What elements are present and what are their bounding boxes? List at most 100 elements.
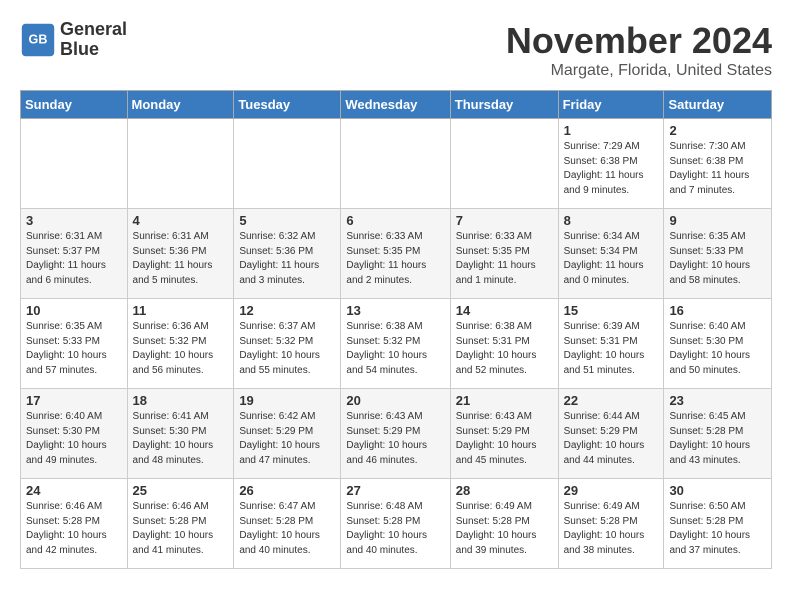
calendar-day-cell: 29 Sunrise: 6:49 AM Sunset: 5:28 PM Dayli… xyxy=(558,479,664,569)
day-info: Sunrise: 6:38 AM Sunset: 5:31 PM Dayligh… xyxy=(456,320,553,378)
calendar-day-cell: 10Sunrise: 6:35 AM Sunset: 5:33 PM Dayli… xyxy=(21,299,128,389)
calendar-day-cell: 19 Sunrise: 6:42 AM Sunset: 5:29 PM Dayli… xyxy=(234,389,341,479)
calendar-day-cell: 4 Sunrise: 6:31 AM Sunset: 5:36 PM Daylig… xyxy=(127,209,234,299)
calendar-day-cell: 23 Sunrise: 6:45 AM Sunset: 5:28 PM Dayli… xyxy=(664,389,772,479)
day-number: 17 xyxy=(26,393,122,408)
day-info: Sunrise: 6:33 AM Sunset: 5:35 PM Dayligh… xyxy=(456,230,553,288)
calendar-header-cell: Monday xyxy=(127,91,234,119)
logo-text: General Blue xyxy=(60,20,127,60)
calendar-body: 1Sunrise: 7:29 AM Sunset: 6:38 PM Daylig… xyxy=(21,119,772,569)
day-info: Sunrise: 6:39 AM Sunset: 5:31 PM Dayligh… xyxy=(564,320,659,378)
day-number: 18 xyxy=(133,393,229,408)
day-number: 7 xyxy=(456,213,553,228)
calendar-header-cell: Tuesday xyxy=(234,91,341,119)
calendar-day-cell: 24Sunrise: 6:46 AM Sunset: 5:28 PM Dayli… xyxy=(21,479,128,569)
calendar-day-cell: 25Sunrise: 6:46 AM Sunset: 5:28 PM Dayli… xyxy=(127,479,234,569)
calendar-day-cell: 9 Sunrise: 6:35 AM Sunset: 5:33 PM Daylig… xyxy=(664,209,772,299)
day-number: 5 xyxy=(239,213,335,228)
logo-line2: Blue xyxy=(60,40,127,60)
calendar-day-cell: 11 Sunrise: 6:36 AM Sunset: 5:32 PM Dayli… xyxy=(127,299,234,389)
calendar-header-cell: Thursday xyxy=(450,91,558,119)
calendar-header-row: SundayMondayTuesdayWednesdayThursdayFrid… xyxy=(21,91,772,119)
day-number: 26 xyxy=(239,483,335,498)
day-number: 30 xyxy=(669,483,766,498)
calendar-day-cell xyxy=(234,119,341,209)
day-info: Sunrise: 6:41 AM Sunset: 5:30 PM Dayligh… xyxy=(133,410,229,468)
day-number: 8 xyxy=(564,213,659,228)
calendar-day-cell: 1Sunrise: 7:29 AM Sunset: 6:38 PM Daylig… xyxy=(558,119,664,209)
day-number: 16 xyxy=(669,303,766,318)
calendar-day-cell: 5 Sunrise: 6:32 AM Sunset: 5:36 PM Daylig… xyxy=(234,209,341,299)
calendar-day-cell: 7 Sunrise: 6:33 AM Sunset: 5:35 PM Daylig… xyxy=(450,209,558,299)
calendar-day-cell: 16 Sunrise: 6:40 AM Sunset: 5:30 PM Dayli… xyxy=(664,299,772,389)
day-info: Sunrise: 7:30 AM Sunset: 6:38 PM Dayligh… xyxy=(669,140,766,198)
day-info: Sunrise: 6:34 AM Sunset: 5:34 PM Dayligh… xyxy=(564,230,659,288)
calendar-header-cell: Sunday xyxy=(21,91,128,119)
calendar-week-row: 1Sunrise: 7:29 AM Sunset: 6:38 PM Daylig… xyxy=(21,119,772,209)
day-info: Sunrise: 6:40 AM Sunset: 5:30 PM Dayligh… xyxy=(669,320,766,378)
day-number: 23 xyxy=(669,393,766,408)
day-number: 4 xyxy=(133,213,229,228)
day-number: 10 xyxy=(26,303,122,318)
logo-icon: GB xyxy=(20,22,56,58)
calendar-week-row: 24Sunrise: 6:46 AM Sunset: 5:28 PM Dayli… xyxy=(21,479,772,569)
day-number: 14 xyxy=(456,303,553,318)
day-number: 11 xyxy=(133,303,229,318)
calendar-day-cell: 2Sunrise: 7:30 AM Sunset: 6:38 PM Daylig… xyxy=(664,119,772,209)
calendar-day-cell: 20Sunrise: 6:43 AM Sunset: 5:29 PM Dayli… xyxy=(341,389,450,479)
day-info: Sunrise: 6:33 AM Sunset: 5:35 PM Dayligh… xyxy=(346,230,444,288)
location-title: Margate, Florida, United States xyxy=(506,62,772,80)
day-info: Sunrise: 6:32 AM Sunset: 5:36 PM Dayligh… xyxy=(239,230,335,288)
calendar-header-cell: Saturday xyxy=(664,91,772,119)
svg-text:GB: GB xyxy=(29,32,48,46)
calendar-day-cell xyxy=(127,119,234,209)
day-number: 13 xyxy=(346,303,444,318)
day-info: Sunrise: 6:46 AM Sunset: 5:28 PM Dayligh… xyxy=(133,500,229,558)
day-info: Sunrise: 6:45 AM Sunset: 5:28 PM Dayligh… xyxy=(669,410,766,468)
calendar-day-cell: 8 Sunrise: 6:34 AM Sunset: 5:34 PM Daylig… xyxy=(558,209,664,299)
calendar-day-cell: 21 Sunrise: 6:43 AM Sunset: 5:29 PM Dayli… xyxy=(450,389,558,479)
calendar-day-cell: 15Sunrise: 6:39 AM Sunset: 5:31 PM Dayli… xyxy=(558,299,664,389)
calendar-day-cell xyxy=(341,119,450,209)
calendar-week-row: 10Sunrise: 6:35 AM Sunset: 5:33 PM Dayli… xyxy=(21,299,772,389)
day-info: Sunrise: 6:37 AM Sunset: 5:32 PM Dayligh… xyxy=(239,320,335,378)
day-info: Sunrise: 6:43 AM Sunset: 5:29 PM Dayligh… xyxy=(456,410,553,468)
day-number: 29 xyxy=(564,483,659,498)
day-number: 9 xyxy=(669,213,766,228)
day-info: Sunrise: 6:44 AM Sunset: 5:29 PM Dayligh… xyxy=(564,410,659,468)
calendar-header-cell: Friday xyxy=(558,91,664,119)
day-info: Sunrise: 6:35 AM Sunset: 5:33 PM Dayligh… xyxy=(669,230,766,288)
day-info: Sunrise: 6:36 AM Sunset: 5:32 PM Dayligh… xyxy=(133,320,229,378)
day-number: 6 xyxy=(346,213,444,228)
day-info: Sunrise: 7:29 AM Sunset: 6:38 PM Dayligh… xyxy=(564,140,659,198)
day-info: Sunrise: 6:48 AM Sunset: 5:28 PM Dayligh… xyxy=(346,500,444,558)
day-info: Sunrise: 6:42 AM Sunset: 5:29 PM Dayligh… xyxy=(239,410,335,468)
logo-line1: General xyxy=(60,20,127,40)
title-area: November 2024 Margate, Florida, United S… xyxy=(506,20,772,80)
day-info: Sunrise: 6:31 AM Sunset: 5:36 PM Dayligh… xyxy=(133,230,229,288)
calendar-day-cell xyxy=(21,119,128,209)
calendar-day-cell: 22 Sunrise: 6:44 AM Sunset: 5:29 PM Dayli… xyxy=(558,389,664,479)
calendar-day-cell: 12Sunrise: 6:37 AM Sunset: 5:32 PM Dayli… xyxy=(234,299,341,389)
day-number: 19 xyxy=(239,393,335,408)
calendar-day-cell: 17 Sunrise: 6:40 AM Sunset: 5:30 PM Dayli… xyxy=(21,389,128,479)
day-number: 3 xyxy=(26,213,122,228)
day-info: Sunrise: 6:49 AM Sunset: 5:28 PM Dayligh… xyxy=(564,500,659,558)
day-info: Sunrise: 6:38 AM Sunset: 5:32 PM Dayligh… xyxy=(346,320,444,378)
day-info: Sunrise: 6:49 AM Sunset: 5:28 PM Dayligh… xyxy=(456,500,553,558)
calendar-week-row: 17 Sunrise: 6:40 AM Sunset: 5:30 PM Dayli… xyxy=(21,389,772,479)
logo: GB General Blue xyxy=(20,20,127,60)
day-number: 22 xyxy=(564,393,659,408)
day-info: Sunrise: 6:31 AM Sunset: 5:37 PM Dayligh… xyxy=(26,230,122,288)
day-number: 28 xyxy=(456,483,553,498)
day-info: Sunrise: 6:43 AM Sunset: 5:29 PM Dayligh… xyxy=(346,410,444,468)
calendar-day-cell: 18 Sunrise: 6:41 AM Sunset: 5:30 PM Dayli… xyxy=(127,389,234,479)
day-info: Sunrise: 6:40 AM Sunset: 5:30 PM Dayligh… xyxy=(26,410,122,468)
calendar-day-cell: 30Sunrise: 6:50 AM Sunset: 5:28 PM Dayli… xyxy=(664,479,772,569)
calendar-day-cell: 14 Sunrise: 6:38 AM Sunset: 5:31 PM Dayli… xyxy=(450,299,558,389)
day-number: 27 xyxy=(346,483,444,498)
day-number: 21 xyxy=(456,393,553,408)
calendar-table: SundayMondayTuesdayWednesdayThursdayFrid… xyxy=(20,90,772,569)
calendar-header-cell: Wednesday xyxy=(341,91,450,119)
calendar-day-cell: 13 Sunrise: 6:38 AM Sunset: 5:32 PM Dayli… xyxy=(341,299,450,389)
